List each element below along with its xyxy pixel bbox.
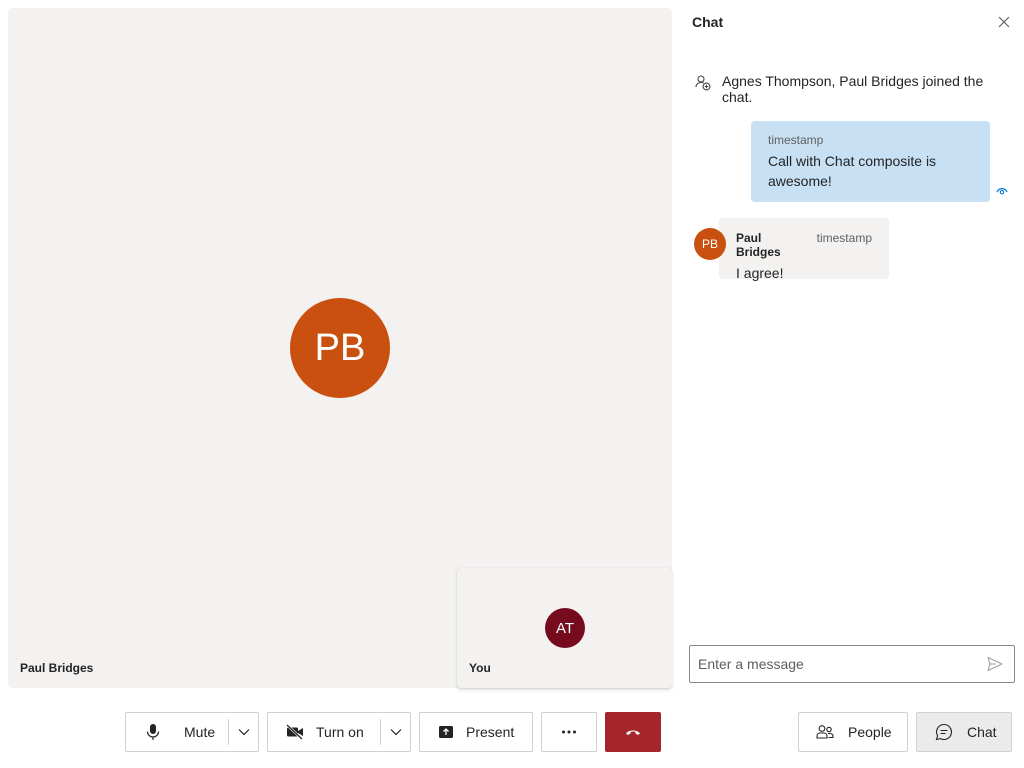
message-author: Paul Bridges [736,231,781,259]
chat-pane: Chat Agnes Thompson, Paul Bridges joined… [680,0,1024,696]
close-icon [998,16,1010,28]
message-timestamp: timestamp [768,133,824,147]
call-with-chat-app: PB Paul Bridges AT You Chat Agnes Thomps… [0,0,1024,768]
local-participant-name: You [469,661,491,675]
system-message-text: Agnes Thompson, Paul Bridges joined the … [722,73,984,105]
message-timestamp: timestamp [816,231,872,245]
remote-participant-name: Paul Bridges [20,661,94,675]
mute-label: Mute [184,724,216,740]
read-receipt-icon [996,188,1008,195]
other-message-bubble[interactable]: Paul Bridges timestamp I agree! [719,218,889,281]
chat-icon [935,723,953,741]
system-message: Agnes Thompson, Paul Bridges joined the … [694,73,994,105]
people-icon [816,724,834,740]
message-text: Call with Chat composite is awesome! [768,153,937,189]
my-message-bubble[interactable]: timestamp Call with Chat composite is aw… [751,121,990,202]
mute-button[interactable]: Mute [126,713,228,751]
present-button[interactable]: Present [419,712,533,752]
end-call-button[interactable] [605,712,661,752]
send-icon [987,656,1003,672]
call-area: PB Paul Bridges AT You [0,0,680,696]
microphone-icon [146,723,160,741]
message-author-avatar: PB [694,228,726,260]
message-header: Paul Bridges timestamp [736,231,872,259]
chat-pane-title: Chat [692,14,724,30]
call-controls-bar: Mute Turn on Present People Chat [0,696,1024,768]
hang-up-icon [626,730,640,735]
chat-button[interactable]: Chat [916,712,1012,752]
people-label: People [848,724,892,740]
send-button[interactable] [984,653,1006,675]
local-avatar: AT [545,608,585,648]
message-input[interactable] [698,656,984,672]
chevron-down-icon [238,729,250,736]
microphone-control: Mute [125,712,259,752]
present-label: Present [466,724,515,740]
camera-toggle-button[interactable]: Turn on [268,713,380,751]
message-composer [689,645,1015,683]
people-button[interactable]: People [798,712,908,752]
camera-options-button[interactable] [381,713,411,751]
more-options-button[interactable] [541,712,597,752]
remote-avatar: PB [290,298,390,398]
microphone-options-button[interactable] [229,713,259,751]
message-text: I agree! [736,265,784,281]
chat-label: Chat [967,724,997,740]
camera-off-icon [286,724,304,740]
share-screen-icon [438,725,454,739]
close-chat-button[interactable] [994,12,1014,32]
camera-split-button: Turn on [268,713,411,751]
camera-control: Turn on [267,712,411,752]
microphone-split-button: Mute [126,713,259,751]
local-video-tile: AT You [457,568,672,688]
more-icon [562,730,576,734]
camera-label: Turn on [316,724,364,740]
chevron-down-icon [390,729,402,736]
participant-added-icon [695,75,711,91]
